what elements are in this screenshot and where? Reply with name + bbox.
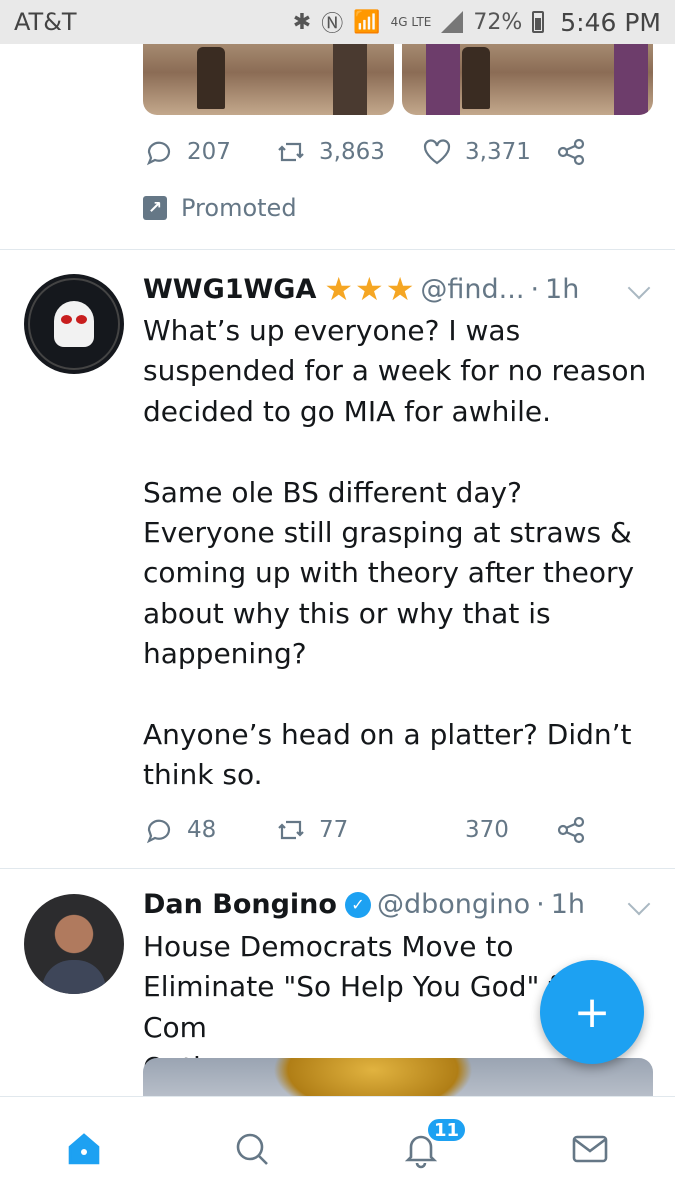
avatar-figure <box>42 960 106 994</box>
reply-button[interactable]: 207 <box>143 136 275 168</box>
clock: 5:46 PM <box>560 7 661 37</box>
carrier-label: AT&T <box>14 8 77 36</box>
tweet-header: Dan Bongino ✓ @dbongino · 1h <box>143 889 585 920</box>
nav-home[interactable] <box>62 1127 106 1171</box>
share-button[interactable] <box>555 814 587 846</box>
promoted-label: ↗ Promoted <box>143 194 297 222</box>
promoted-tweet-actions: 207 3,863 3,371 <box>143 136 587 168</box>
bottom-navigation: 11 <box>0 1096 675 1200</box>
wifi-icon: 📶 <box>353 9 381 35</box>
avatar-ring <box>28 278 120 370</box>
reply-icon <box>146 141 171 166</box>
status-icons: ✱ Ⓝ 📶 4G LTE 72% 5:46 PM <box>293 6 661 38</box>
user-handle[interactable]: @find... <box>420 274 524 305</box>
tweet-header: WWG1WGA ★ ★ ★ @find... · 1h <box>143 273 579 305</box>
retweet-button[interactable]: 3,863 <box>275 136 421 168</box>
image-post <box>197 47 225 109</box>
like-button[interactable]: 3,371 <box>421 136 555 168</box>
compose-tweet-button[interactable]: + <box>540 960 644 1064</box>
star-icon: ★ <box>355 270 384 308</box>
image-leg <box>333 44 367 115</box>
nav-messages[interactable] <box>568 1127 612 1171</box>
tweet-divider <box>0 868 675 869</box>
promoted-icon: ↗ <box>143 196 167 220</box>
messages-icon <box>572 1135 608 1163</box>
retweet-count: 77 <box>319 817 349 843</box>
like-count: 3,371 <box>465 139 531 165</box>
retweet-count: 3,863 <box>319 139 385 165</box>
separator-dot: · <box>530 273 540 305</box>
tweet-actions: 48 77 370 <box>143 814 587 846</box>
separator-dot: · <box>536 889 545 920</box>
signal-icon <box>441 11 464 33</box>
star-icon: ★ <box>385 270 415 308</box>
tweet-text: What’s up everyone? I was suspended for … <box>143 314 647 792</box>
tweet-divider <box>0 249 675 250</box>
reply-button[interactable]: 48 <box>143 814 275 846</box>
battery-percent: 72% <box>473 9 523 35</box>
chevron-down-icon[interactable] <box>627 276 651 300</box>
image-post <box>462 47 490 109</box>
display-name[interactable]: Dan Bongino <box>143 889 337 920</box>
avatar[interactable] <box>24 274 124 374</box>
battery-icon <box>532 11 545 33</box>
promoted-text: Promoted <box>181 194 297 222</box>
reply-count: 207 <box>187 139 231 165</box>
star-emojis: ★ ★ ★ <box>324 273 414 305</box>
verified-badge-icon: ✓ <box>344 891 371 918</box>
chevron-down-icon[interactable] <box>627 892 651 916</box>
skull-icon <box>54 301 94 347</box>
retweet-icon <box>278 142 304 162</box>
display-name[interactable]: WWG1WGA <box>143 274 316 305</box>
nfc-icon: Ⓝ <box>321 12 344 37</box>
retweet-icon <box>278 820 304 840</box>
media-image-right[interactable] <box>402 44 653 115</box>
star-icon: ★ <box>324 270 354 308</box>
nav-search[interactable] <box>230 1127 274 1171</box>
share-button[interactable] <box>555 136 587 168</box>
like-count: 370 <box>465 817 509 843</box>
bluetooth-icon: ✱ <box>292 9 312 35</box>
network-label: 4G LTE <box>390 15 432 29</box>
compose-tweet-icon: + <box>573 986 611 1038</box>
reply-icon <box>146 819 171 844</box>
media-image-left[interactable] <box>143 44 394 115</box>
user-handle[interactable]: @dbongino <box>377 889 530 920</box>
promoted-tweet-media[interactable] <box>143 44 653 115</box>
notifications-badge: 11 <box>426 1117 468 1143</box>
heart-icon <box>423 139 451 165</box>
avatar[interactable] <box>24 894 124 994</box>
share-icon <box>557 816 585 844</box>
reply-count: 48 <box>187 817 217 843</box>
retweet-button[interactable]: 77 <box>275 814 465 846</box>
search-icon <box>236 1133 268 1165</box>
like-button[interactable]: 370 <box>465 817 555 843</box>
status-bar: AT&T ✱ Ⓝ 📶 4G LTE 72% 5:46 PM <box>0 0 675 44</box>
timestamp: 1h <box>545 273 580 305</box>
image-leg <box>614 44 648 115</box>
timestamp: 1h <box>550 889 586 920</box>
share-icon <box>557 138 585 166</box>
home-icon <box>68 1133 100 1165</box>
image-leg <box>426 44 460 115</box>
